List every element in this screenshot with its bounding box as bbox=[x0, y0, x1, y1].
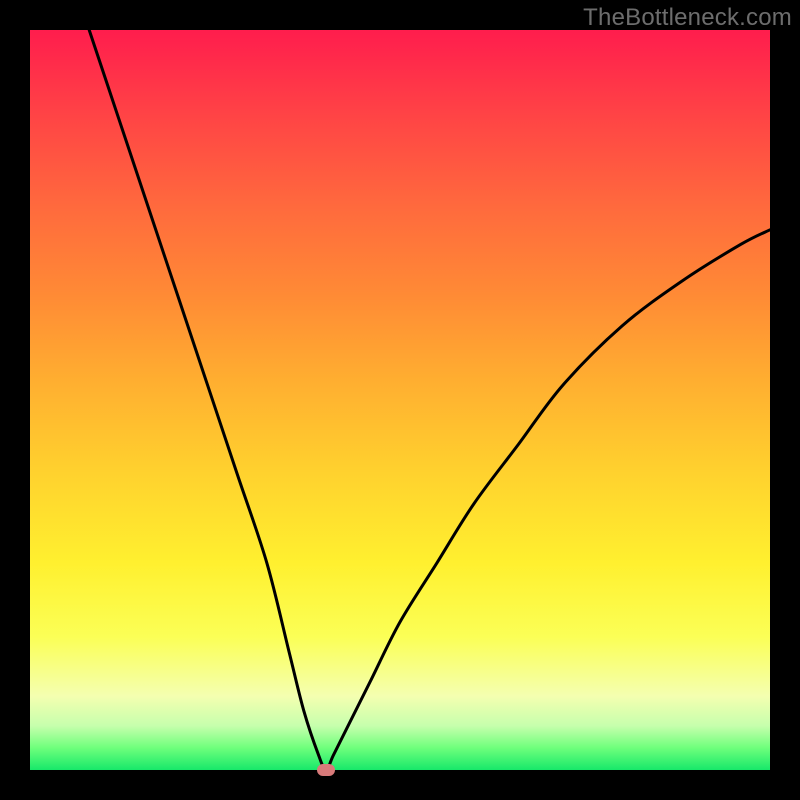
watermark-text: TheBottleneck.com bbox=[583, 4, 792, 32]
chart-frame: TheBottleneck.com bbox=[0, 0, 800, 800]
minimum-marker bbox=[317, 764, 335, 776]
plot-area bbox=[30, 30, 770, 770]
bottleneck-curve bbox=[30, 30, 770, 770]
